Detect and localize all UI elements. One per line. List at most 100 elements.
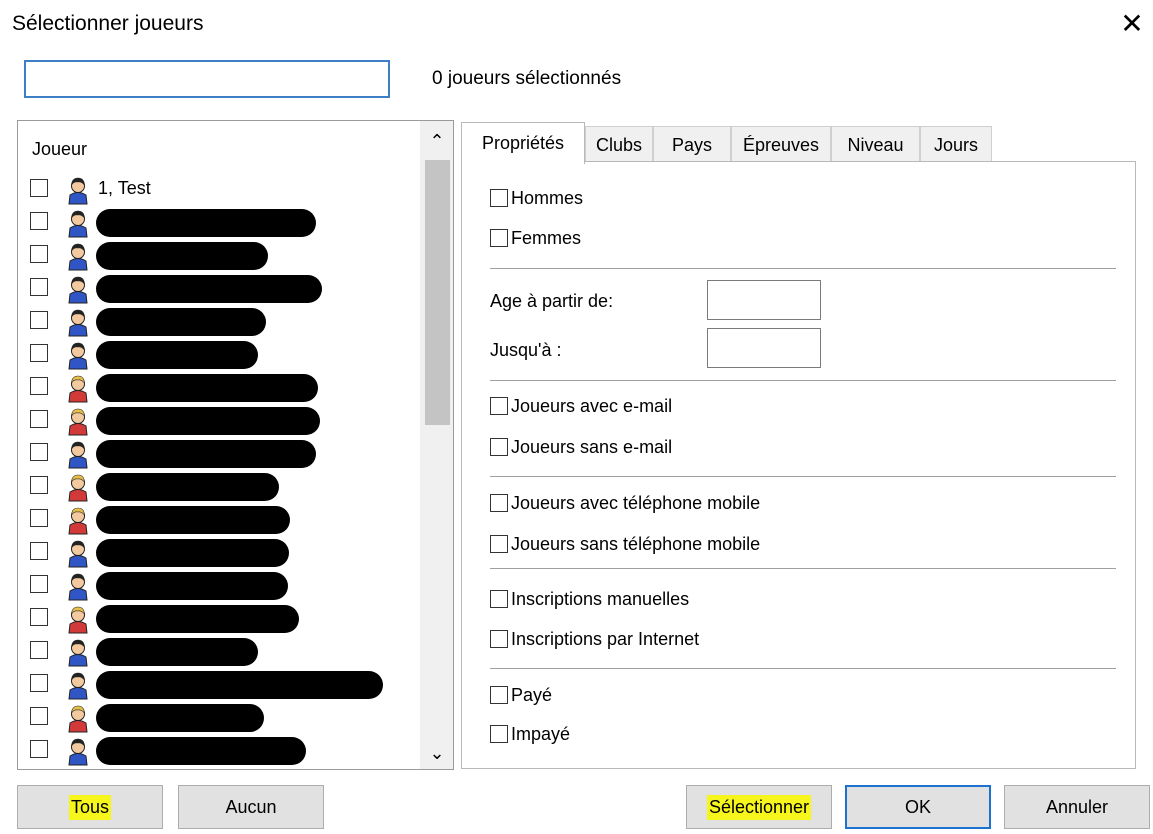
women-checkbox[interactable] bbox=[490, 228, 508, 247]
unpaid-option[interactable]: Impayé bbox=[490, 724, 570, 750]
player-checkbox[interactable] bbox=[30, 641, 48, 659]
tab-epreuves[interactable]: Épreuves bbox=[731, 126, 831, 162]
with-mobile-label: Joueurs avec téléphone mobile bbox=[511, 493, 761, 513]
chevron-up-icon: ⌃ bbox=[429, 131, 445, 151]
player-checkbox[interactable] bbox=[30, 311, 48, 329]
age-to-input[interactable] bbox=[707, 328, 821, 368]
without-mobile-checkbox[interactable] bbox=[490, 534, 508, 553]
player-checkbox[interactable] bbox=[30, 179, 48, 197]
player-checkbox[interactable] bbox=[30, 740, 48, 758]
list-column-header[interactable]: Joueur bbox=[32, 139, 87, 160]
tab-clubs[interactable]: Clubs bbox=[585, 126, 653, 162]
paid-option[interactable]: Payé bbox=[490, 685, 552, 711]
redacted-player-name bbox=[96, 341, 258, 369]
female-player-icon bbox=[68, 408, 88, 436]
player-checkbox[interactable] bbox=[30, 377, 48, 395]
redacted-player-name bbox=[96, 671, 383, 699]
player-checkbox[interactable] bbox=[30, 212, 48, 230]
women-label: Femmes bbox=[511, 228, 582, 248]
without-email-checkbox[interactable] bbox=[490, 437, 508, 456]
with-mobile-option[interactable]: Joueurs avec téléphone mobile bbox=[490, 493, 760, 519]
redacted-player-name bbox=[96, 275, 322, 303]
with-mobile-checkbox[interactable] bbox=[490, 493, 508, 512]
scroll-up-button[interactable]: ⌃ bbox=[422, 126, 452, 156]
redacted-player-name bbox=[96, 473, 279, 501]
internet-entries-label: Inscriptions par Internet bbox=[511, 629, 700, 649]
player-checkbox[interactable] bbox=[30, 245, 48, 263]
player-checkbox[interactable] bbox=[30, 542, 48, 560]
cancel-button[interactable]: Annuler bbox=[1004, 785, 1150, 829]
player-rows: 1, Test bbox=[18, 175, 418, 769]
player-checkbox[interactable] bbox=[30, 608, 48, 626]
male-player-icon bbox=[68, 243, 88, 271]
unpaid-label: Impayé bbox=[511, 724, 571, 744]
player-checkbox[interactable] bbox=[30, 443, 48, 461]
list-item[interactable] bbox=[18, 373, 418, 406]
internet-entries-checkbox[interactable] bbox=[490, 629, 508, 648]
list-item[interactable]: 1, Test bbox=[18, 175, 418, 208]
separator bbox=[490, 380, 1116, 381]
list-item[interactable] bbox=[18, 241, 418, 274]
select-all-button[interactable]: Tous bbox=[17, 785, 163, 829]
women-option[interactable]: Femmes bbox=[490, 228, 581, 254]
redacted-player-name bbox=[96, 209, 316, 237]
with-email-option[interactable]: Joueurs avec e-mail bbox=[490, 396, 672, 422]
scroll-down-button[interactable]: ⌄ bbox=[422, 738, 452, 768]
list-item[interactable] bbox=[18, 472, 418, 505]
list-item[interactable] bbox=[18, 538, 418, 571]
internet-entries-option[interactable]: Inscriptions par Internet bbox=[490, 629, 699, 655]
list-item[interactable] bbox=[18, 208, 418, 241]
player-checkbox[interactable] bbox=[30, 509, 48, 527]
window-title: Sélectionner joueurs bbox=[12, 12, 204, 35]
player-checkbox[interactable] bbox=[30, 575, 48, 593]
with-email-checkbox[interactable] bbox=[490, 396, 508, 415]
age-from-input[interactable] bbox=[707, 280, 821, 320]
close-icon: ✕ bbox=[1120, 8, 1144, 39]
list-item[interactable] bbox=[18, 406, 418, 439]
separator bbox=[490, 268, 1116, 269]
tab-pays[interactable]: Pays bbox=[653, 126, 731, 162]
player-checkbox[interactable] bbox=[30, 674, 48, 692]
list-item[interactable] bbox=[18, 274, 418, 307]
unpaid-checkbox[interactable] bbox=[490, 724, 508, 743]
list-item[interactable] bbox=[18, 439, 418, 472]
male-player-icon bbox=[68, 276, 88, 304]
men-option[interactable]: Hommes bbox=[490, 188, 583, 214]
player-checkbox[interactable] bbox=[30, 476, 48, 494]
list-item[interactable] bbox=[18, 307, 418, 340]
list-item[interactable] bbox=[18, 736, 418, 769]
player-checkbox[interactable] bbox=[30, 707, 48, 725]
without-email-option[interactable]: Joueurs sans e-mail bbox=[490, 437, 672, 463]
search-input[interactable] bbox=[24, 60, 390, 98]
female-player-icon bbox=[68, 375, 88, 403]
men-checkbox[interactable] bbox=[490, 188, 508, 207]
ok-button[interactable]: OK bbox=[845, 785, 991, 829]
manual-entries-label: Inscriptions manuelles bbox=[511, 589, 690, 609]
male-player-icon bbox=[68, 309, 88, 337]
scroll-thumb[interactable] bbox=[425, 160, 450, 425]
list-item[interactable] bbox=[18, 505, 418, 538]
manual-entries-option[interactable]: Inscriptions manuelles bbox=[490, 589, 689, 615]
player-checkbox[interactable] bbox=[30, 410, 48, 428]
player-checkbox[interactable] bbox=[30, 278, 48, 296]
select-button[interactable]: Sélectionner bbox=[686, 785, 832, 829]
list-item[interactable] bbox=[18, 571, 418, 604]
list-item[interactable] bbox=[18, 604, 418, 637]
without-mobile-option[interactable]: Joueurs sans téléphone mobile bbox=[490, 534, 760, 560]
tab-jours[interactable]: Jours bbox=[920, 126, 992, 162]
list-item[interactable] bbox=[18, 703, 418, 736]
redacted-player-name bbox=[96, 440, 316, 468]
men-label: Hommes bbox=[511, 188, 584, 208]
select-none-button[interactable]: Aucun bbox=[178, 785, 324, 829]
separator bbox=[490, 476, 1116, 477]
player-checkbox[interactable] bbox=[30, 344, 48, 362]
list-item[interactable] bbox=[18, 637, 418, 670]
list-item[interactable] bbox=[18, 340, 418, 373]
list-item[interactable] bbox=[18, 670, 418, 703]
paid-checkbox[interactable] bbox=[490, 685, 508, 704]
tab-niveau[interactable]: Niveau bbox=[831, 126, 920, 162]
separator bbox=[490, 568, 1116, 569]
tab-proprietes[interactable]: Propriétés bbox=[461, 122, 585, 164]
close-button[interactable]: ✕ bbox=[1116, 8, 1148, 40]
manual-entries-checkbox[interactable] bbox=[490, 589, 508, 608]
